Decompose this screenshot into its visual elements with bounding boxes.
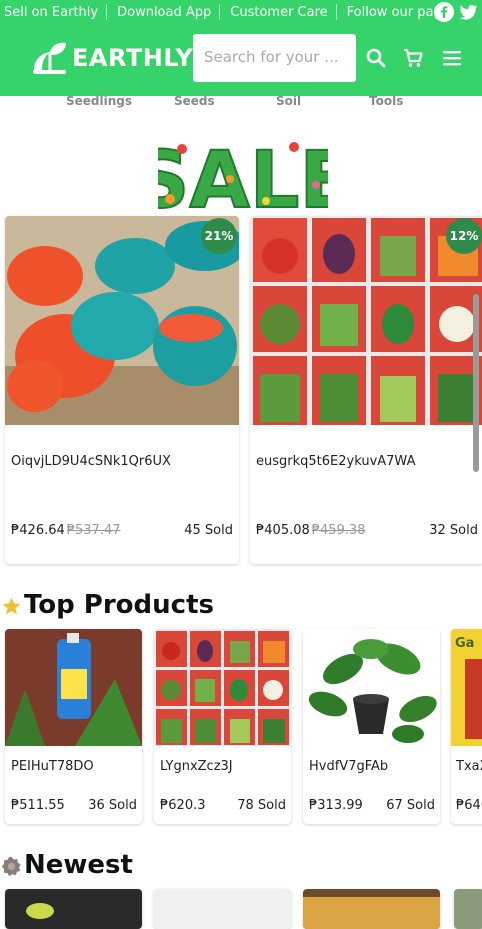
product-image-seed-packet: Ga: [451, 629, 482, 746]
menu-icon[interactable]: [440, 46, 464, 70]
product-price: ₱426.64 ₱537.47: [11, 523, 121, 538]
product-image: [454, 889, 482, 929]
product-price: ₱313.99: [309, 798, 363, 813]
product-card[interactable]: [154, 889, 291, 929]
discount-badge: 21%: [201, 218, 237, 254]
scrollbar[interactable]: [473, 294, 479, 472]
product-price: ₱620.3: [160, 798, 206, 813]
product-card[interactable]: [5, 889, 142, 929]
download-app-link[interactable]: Download App: [113, 5, 219, 20]
newest-heading: Newest: [24, 850, 133, 880]
divider: [335, 4, 337, 20]
logo[interactable]: EARTHLY: [30, 40, 193, 76]
customer-care-link[interactable]: Customer Care: [226, 5, 335, 20]
sold-count: 32 Sold: [429, 523, 478, 538]
sold-count: 45 Sold: [184, 523, 233, 538]
top-bar: Sell on Earthly Download App Customer Ca…: [0, 0, 482, 96]
product-name: OiqvjLD9U4cSNk1Qr6UX: [11, 454, 171, 469]
search-box[interactable]: [193, 34, 356, 82]
logo-text: EARTHLY: [72, 44, 194, 72]
badge-icon: [1, 856, 21, 877]
social-links: [434, 2, 478, 22]
product-card[interactable]: Ga TxaX ₱640: [451, 629, 482, 824]
facebook-icon[interactable]: [434, 2, 454, 22]
sold-count: 67 Sold: [386, 798, 435, 813]
product-card[interactable]: HvdfV7gFAb ₱313.99 67 Sold: [303, 629, 440, 824]
leaf-logo-icon: [33, 42, 66, 74]
product-image: [303, 889, 440, 929]
product-image-pots: [5, 216, 239, 425]
divider: [219, 4, 221, 20]
category-soil[interactable]: Soil: [276, 94, 301, 108]
discount-badge: 12%: [446, 218, 482, 254]
original-price: ₱537.47: [66, 523, 121, 538]
product-image: [5, 889, 142, 929]
sale-banner: SALE: [158, 135, 328, 215]
sell-link[interactable]: Sell on Earthly: [0, 5, 106, 20]
sold-count: 78 Sold: [237, 798, 286, 813]
search-icon[interactable]: [364, 46, 388, 70]
current-price: ₱405.08: [256, 523, 310, 538]
product-image-potted-plant: [303, 629, 440, 746]
product-name: LYgnxZcz3J: [160, 759, 233, 774]
category-nav: Seedlings Seeds Soil Tools: [0, 94, 482, 110]
product-price: ₱405.08 ₱459.38: [256, 523, 366, 538]
product-image-seed-packets: [250, 216, 482, 425]
product-card[interactable]: [303, 889, 440, 929]
category-tools[interactable]: Tools: [369, 94, 403, 108]
sale-product-card[interactable]: 12% eusgrkq5t6E2ykuvA7WA ₱405.08 ₱459.38 …: [250, 216, 482, 564]
product-name: HvdfV7gFAb: [309, 759, 389, 774]
star-icon: [2, 597, 21, 615]
original-price: ₱459.38: [311, 523, 366, 538]
product-name: eusgrkq5t6E2ykuvA7WA: [256, 454, 416, 469]
svg-text:Ga: Ga: [455, 636, 474, 651]
product-name: PEIHuT78DO: [11, 759, 94, 774]
product-card[interactable]: [454, 889, 482, 929]
category-seedlings[interactable]: Seedlings: [66, 94, 132, 108]
top-links: Sell on Earthly Download App Customer Ca…: [0, 0, 482, 24]
twitter-icon[interactable]: [458, 2, 478, 22]
current-price: ₱426.64: [11, 523, 65, 538]
product-card[interactable]: LYgnxZcz3J ₱620.3 78 Sold: [154, 629, 291, 824]
product-image-seed-packets: [154, 629, 291, 746]
sale-product-card[interactable]: 21% OiqvjLD9U4cSNk1Qr6UX ₱426.64 ₱537.47 …: [5, 216, 239, 564]
product-image-fertilizer: [5, 629, 142, 746]
top-products-heading: Top Products: [24, 590, 214, 620]
product-price: ₱640: [456, 798, 482, 813]
product-name: TxaX: [456, 759, 482, 774]
cart-icon[interactable]: [401, 46, 425, 70]
product-card[interactable]: PEIHuT78DO ₱511.55 36 Sold: [5, 629, 142, 824]
search-input[interactable]: [204, 48, 354, 66]
product-price: ₱511.55: [11, 798, 65, 813]
sold-count: 36 Sold: [88, 798, 137, 813]
divider: [106, 4, 108, 20]
category-seeds[interactable]: Seeds: [174, 94, 215, 108]
